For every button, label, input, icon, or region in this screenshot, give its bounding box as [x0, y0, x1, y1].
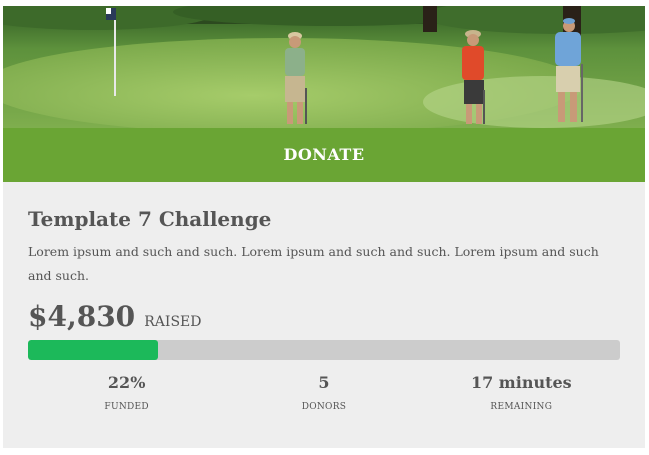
stat-label: REMAINING — [490, 402, 553, 412]
raised-amount: $4,830 — [28, 300, 136, 333]
raised-label: RAISED — [144, 314, 202, 330]
stats-row: 22% FUNDED 5 DONORS 17 minutes REMAINING — [28, 372, 620, 412]
campaign-title: Template 7 Challenge — [28, 207, 272, 231]
progress-bar — [28, 340, 620, 360]
stat-value: 17 minutes — [470, 373, 572, 392]
golf-course-photo-icon — [3, 6, 645, 128]
stat-funded: 22% FUNDED — [28, 372, 225, 412]
progress-fill — [28, 340, 159, 360]
stat-remaining: 17 minutes REMAINING — [423, 372, 620, 412]
raised-summary: $4,830 RAISED — [28, 300, 201, 333]
campaign-description: Lorem ipsum and such and such. Lorem ips… — [28, 244, 599, 283]
stat-label: FUNDED — [104, 402, 149, 412]
stat-donors: 5 DONORS — [225, 372, 422, 412]
stat-value: 22% — [107, 373, 146, 392]
hero-image — [3, 6, 645, 128]
stat-label: DONORS — [301, 402, 347, 412]
stat-value: 5 — [318, 373, 330, 392]
campaign-card: DONATE Template 7 Challenge Lorem ipsum … — [3, 6, 645, 448]
donate-button[interactable]: DONATE — [3, 128, 645, 182]
